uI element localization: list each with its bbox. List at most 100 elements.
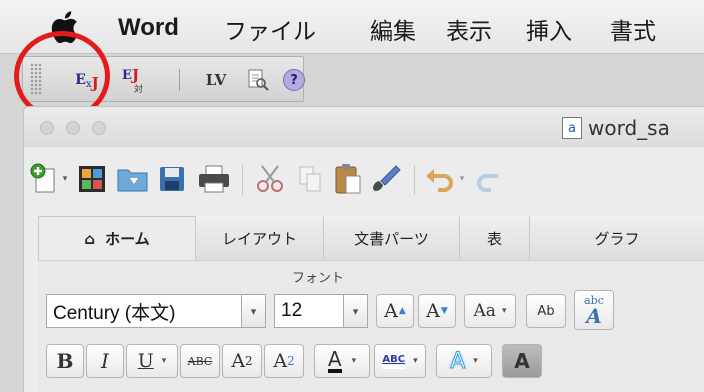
gallery-icon — [79, 166, 105, 192]
change-case-button[interactable]: Aa ▾ — [464, 294, 516, 328]
redo-icon — [477, 174, 498, 192]
tab-layout[interactable]: レイアウト — [196, 216, 324, 260]
menu-app-word[interactable]: Word — [118, 14, 179, 42]
close-window-button[interactable] — [40, 121, 54, 135]
highlight-label: ABC — [382, 354, 406, 369]
character-shading-button[interactable]: A — [502, 344, 542, 378]
underline-label: U — [137, 350, 154, 372]
font-size-field[interactable]: 12 — [274, 294, 344, 328]
font-name-dropdown[interactable]: ▾ — [242, 294, 266, 328]
font-color-label: A — [327, 347, 342, 373]
tab-document-parts[interactable]: 文書パーツ — [324, 216, 460, 260]
document-search-icon — [248, 69, 269, 91]
open-button[interactable] — [116, 161, 150, 197]
text-effects-button[interactable]: A ▾ — [436, 344, 492, 378]
toolbar-separator — [242, 165, 243, 195]
tab-chart[interactable]: グラフ — [530, 216, 704, 260]
shrink-font-arrow-icon: ▼ — [440, 306, 448, 316]
font-name-field[interactable]: Century (本文) — [46, 294, 242, 328]
underline-arrow-icon: ▾ — [161, 356, 167, 366]
superscript-base: A — [231, 350, 246, 372]
underline-button[interactable]: U ▾ — [126, 344, 178, 378]
text-effects-arrow-icon: ▾ — [473, 356, 478, 366]
grow-font-label: A — [384, 300, 398, 322]
help-icon: ? — [283, 69, 305, 91]
clear-formatting-label: Ab — [537, 303, 555, 319]
title-bar[interactable]: a word_sa — [24, 107, 704, 147]
phonetic-guide-button[interactable]: abc A — [574, 290, 614, 330]
folder-open-icon — [117, 169, 148, 192]
character-shading-label: A — [514, 349, 530, 373]
ex-j-compare-icon: E J 対 — [120, 66, 154, 95]
highlight-arrow-icon: ▾ — [413, 356, 418, 366]
subscript-exp: 2 — [287, 354, 295, 368]
undo-dropdown-arrow[interactable]: ▾ — [456, 161, 468, 197]
subscript-base: A — [273, 350, 288, 372]
minimize-window-button[interactable] — [66, 121, 80, 135]
paste-button[interactable] — [332, 161, 364, 197]
menu-format[interactable]: 書式 — [610, 12, 656, 46]
undo-button[interactable] — [422, 161, 456, 197]
highlight-button[interactable]: ABC ▾ — [374, 344, 426, 378]
grow-font-arrow-icon: ▲ — [398, 306, 406, 316]
clipboard-icon — [335, 164, 361, 194]
font-color-arrow-icon: ▾ — [351, 356, 357, 366]
bold-button[interactable]: B — [46, 344, 84, 378]
copy-button[interactable] — [296, 161, 324, 197]
home-icon: ⌂ — [84, 229, 96, 248]
ex2-label-sub: 対 — [134, 85, 144, 95]
printer-icon — [199, 165, 229, 193]
standard-toolbar: ▾ ▾ — [24, 147, 704, 211]
font-color-button[interactable]: A ▾ — [314, 344, 370, 378]
menu-edit[interactable]: 編集 — [370, 12, 416, 46]
copy-icon — [299, 166, 321, 192]
document-search-button[interactable] — [245, 65, 271, 95]
undo-icon — [426, 169, 453, 192]
text-effects-label: A — [450, 348, 466, 374]
word-document-icon: a — [562, 117, 582, 139]
superscript-button[interactable]: A2 — [222, 344, 262, 378]
format-painter-button[interactable] — [370, 161, 404, 197]
zoom-window-button[interactable] — [92, 121, 106, 135]
phonetic-guide-main: A — [586, 303, 602, 328]
print-button[interactable] — [196, 161, 232, 197]
change-case-label: Aa — [473, 301, 496, 321]
ribbon-home: フォント Century (本文) ▾ 12 ▾ A ▲ A ▼ Aa ▾ Ab ab… — [38, 260, 704, 392]
word-window: a word_sa ▾ ▾ ⌂ ホーム レイアウト 文書パーツ 表 グラフ フォ… — [23, 106, 704, 392]
menu-view[interactable]: 表示 — [446, 12, 492, 46]
ex2-letter-e: E — [122, 68, 132, 83]
menu-file[interactable]: ファイル — [224, 12, 316, 46]
subscript-button[interactable]: A2 — [264, 344, 304, 378]
ex-j-compare-button[interactable]: E J 対 — [119, 65, 155, 95]
lv-button[interactable]: LV — [199, 65, 233, 95]
font-group-label: フォント — [291, 271, 344, 286]
new-document-button[interactable] — [30, 161, 58, 197]
palette-separator — [179, 69, 180, 91]
gallery-button[interactable] — [76, 161, 108, 197]
save-button[interactable] — [156, 161, 188, 197]
redo-button[interactable] — [472, 161, 506, 197]
tab-home[interactable]: ⌂ ホーム — [38, 216, 196, 260]
help-button[interactable]: ? — [281, 65, 307, 95]
scissors-icon — [257, 165, 283, 192]
shrink-font-button[interactable]: A ▼ — [418, 294, 456, 328]
tab-home-label: ホーム — [105, 230, 150, 248]
strikethrough-button[interactable]: ABC — [180, 344, 220, 378]
cut-button[interactable] — [254, 161, 286, 197]
italic-button[interactable]: I — [86, 344, 124, 378]
tab-table[interactable]: 表 — [460, 216, 530, 260]
font-size-dropdown[interactable]: ▾ — [344, 294, 368, 328]
shrink-font-label: A — [426, 300, 440, 322]
document-title-text: word_sa — [588, 116, 670, 140]
menu-insert[interactable]: 挿入 — [526, 12, 572, 46]
grow-font-button[interactable]: A ▲ — [376, 294, 414, 328]
superscript-exp: 2 — [245, 354, 253, 368]
document-title: a word_sa — [562, 116, 670, 140]
ribbon-tabs: ⌂ ホーム レイアウト 文書パーツ 表 グラフ — [38, 216, 704, 260]
change-case-arrow-icon: ▾ — [501, 306, 507, 316]
strikethrough-label: ABC — [187, 354, 213, 368]
new-dropdown-arrow[interactable]: ▾ — [59, 161, 71, 197]
paintbrush-icon — [373, 165, 401, 191]
menu-bar: Word ファイル 編集 表示 挿入 書式 — [0, 0, 704, 54]
clear-formatting-button[interactable]: Ab — [526, 294, 566, 328]
